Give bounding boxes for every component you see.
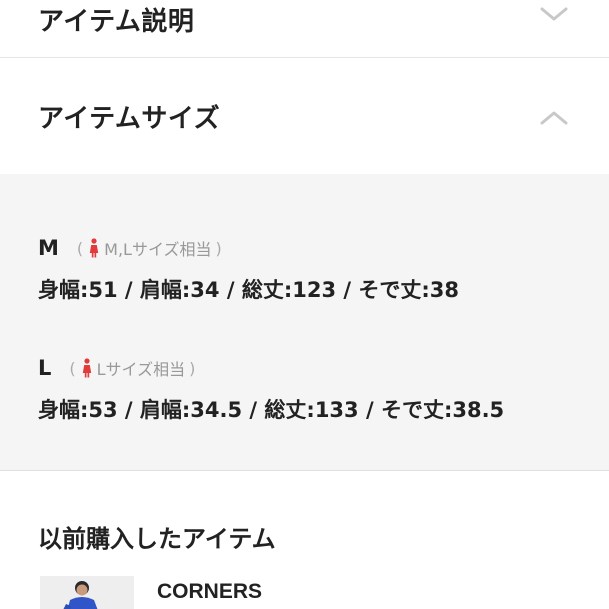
female-figure-icon [82, 358, 91, 378]
product-brand[interactable]: CORNERS [157, 580, 262, 604]
size-note: ( M,Lサイズ相当 ) [73, 236, 226, 260]
item-size-title: アイテムサイズ [38, 104, 221, 134]
size-label: L [38, 356, 52, 380]
size-note: ( Lサイズ相当 ) [65, 356, 199, 380]
item-size-header[interactable]: アイテムサイズ [0, 59, 609, 174]
size-note-text: Lサイズ相当 [96, 360, 186, 379]
previously-purchased-section: 以前購入したアイテム CORNERS [0, 472, 609, 609]
product-thumbnail[interactable] [40, 576, 134, 609]
item-description-header[interactable]: アイテム説明 [0, 0, 609, 58]
size-measurements: 身幅:53 / 肩幅:34.5 / 総丈:133 / そで丈:38.5 [38, 398, 505, 422]
size-note-text: M,Lサイズ相当 [104, 240, 212, 259]
item-detail-page: アイテム説明 アイテムサイズ M (M,Lサイズ相当) 身幅:51 / 肩幅… [0, 0, 609, 609]
size-label: M [38, 236, 59, 260]
size-measurements: 身幅:51 / 肩幅:34 / 総丈:123 / そで丈:38 [38, 278, 459, 302]
item-size-panel: M ( M,Lサイズ相当 ) 身幅:51 / 肩幅:34 / 総丈:123 / … [0, 174, 609, 471]
size-entry: L ( Lサイズ相当 ) 身幅:53 / 肩幅:34.5 / 総丈:133 / … [38, 354, 504, 424]
female-figure-icon [89, 238, 99, 258]
chevron-down-icon[interactable] [539, 0, 569, 30]
item-description-title: アイテム説明 [38, 7, 195, 37]
previously-purchased-title: 以前購入したアイテム [38, 525, 276, 553]
size-entry: M ( M,Lサイズ相当 ) 身幅:51 / 肩幅:34 / 総丈:123 / … [38, 234, 459, 304]
chevron-up-icon[interactable] [539, 102, 569, 132]
